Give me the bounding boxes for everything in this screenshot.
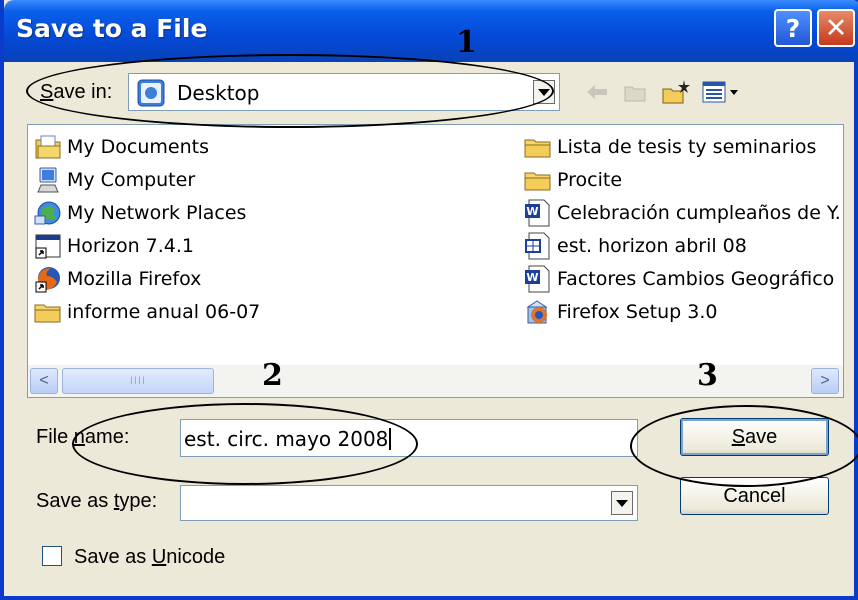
file-name-label: File name:	[36, 426, 130, 448]
file-name-input[interactable]: est. circ. mayo 2008	[180, 419, 638, 457]
file-item[interactable]: My Computer	[33, 165, 195, 195]
file-item-label: Factores Cambios Geográfico	[557, 268, 835, 290]
file-item[interactable]: Lista de tesis ty seminarios	[523, 132, 816, 162]
file-item-label: My Network Places	[67, 202, 247, 224]
spreadsheet-doc-icon	[523, 231, 553, 261]
back-button[interactable]	[582, 78, 612, 106]
text-caret	[389, 428, 392, 450]
save-to-file-dialog: Save to a File ? ✕ Save in: Desktop My D…	[0, 0, 858, 600]
file-item[interactable]: W Factores Cambios Geográfico	[523, 264, 834, 294]
firefox-icon	[33, 264, 63, 294]
save-as-unicode-label[interactable]: Save as Unicode	[74, 546, 225, 569]
file-item-label: My Computer	[67, 169, 196, 191]
annotation-number-2: 2	[262, 358, 283, 393]
folder-icon	[33, 297, 63, 327]
file-item[interactable]: informe anual 06-07	[33, 297, 260, 327]
folder-icon	[523, 165, 553, 195]
save-as-type-dropdown[interactable]	[180, 485, 638, 521]
file-item[interactable]: My Network Places	[33, 198, 246, 228]
word-doc-icon: W	[523, 264, 553, 294]
back-arrow-icon	[587, 85, 607, 99]
view-menu-button[interactable]	[701, 78, 741, 106]
save-as-type-dropdown-arrow[interactable]	[611, 491, 633, 515]
up-folder-icon	[624, 86, 646, 102]
annotation-number-3: 3	[697, 358, 718, 393]
network-places-icon	[33, 198, 63, 228]
file-item-label: est. horizon abril 08	[557, 235, 747, 257]
help-button[interactable]: ?	[774, 9, 812, 47]
dialog-title: Save to a File	[16, 14, 208, 43]
installer-icon	[523, 297, 553, 327]
scroll-right-icon: >	[820, 372, 830, 389]
desktop-icon	[137, 79, 165, 107]
file-item-label: Firefox Setup 3.0	[557, 301, 718, 323]
my-computer-icon	[33, 165, 63, 195]
new-folder-button[interactable]	[660, 78, 692, 106]
file-item-label: Procite	[557, 169, 623, 191]
file-item[interactable]: Horizon 7.4.1	[33, 231, 194, 261]
annotation-number-1: 1	[456, 25, 477, 60]
file-item-label: Mozilla Firefox	[67, 268, 202, 290]
file-item[interactable]: Procite	[523, 165, 622, 195]
scroll-right-button[interactable]: >	[811, 368, 839, 394]
save-in-label: Save in:	[40, 81, 113, 103]
save-as-unicode-checkbox[interactable]	[42, 546, 62, 566]
word-doc-icon: W	[523, 198, 553, 228]
file-item[interactable]: W Celebración cumpleaños de Y.	[523, 198, 841, 228]
svg-text:W: W	[526, 271, 538, 284]
folder-icon	[523, 132, 553, 162]
shortcut-app-icon	[33, 231, 63, 261]
help-icon: ?	[785, 13, 801, 43]
file-item-label: Horizon 7.4.1	[67, 235, 195, 257]
file-item-label: informe anual 06-07	[67, 301, 261, 323]
save-in-value: Desktop	[177, 81, 260, 105]
save-in-dropdown-arrow[interactable]	[533, 80, 555, 104]
save-in-dropdown[interactable]: Desktop	[128, 73, 560, 111]
scroll-thumb[interactable]: IIII	[62, 368, 214, 394]
close-button[interactable]: ✕	[817, 9, 855, 47]
save-button[interactable]: Save	[680, 418, 829, 456]
scroll-left-icon: <	[39, 372, 49, 389]
file-item-label: My Documents	[67, 136, 210, 158]
close-icon: ✕	[824, 12, 848, 44]
scroll-grip-icon: IIII	[129, 375, 147, 387]
file-item-label: Lista de tesis ty seminarios	[557, 136, 817, 158]
view-menu-icon	[702, 81, 738, 103]
up-folder-button[interactable]	[620, 78, 650, 106]
my-documents-icon	[33, 132, 63, 162]
cancel-button[interactable]: Cancel	[680, 477, 829, 515]
file-list[interactable]: My Documents My Computer My Network Places…	[27, 124, 844, 398]
new-folder-icon	[662, 80, 690, 104]
file-item[interactable]: Firefox Setup 3.0	[523, 297, 717, 327]
file-item[interactable]: Mozilla Firefox	[33, 264, 201, 294]
horizontal-scrollbar[interactable]: < IIII >	[28, 365, 843, 397]
file-item[interactable]: est. horizon abril 08	[523, 231, 747, 261]
svg-text:W: W	[526, 205, 538, 218]
save-as-type-label: Save as type:	[36, 490, 158, 512]
scroll-left-button[interactable]: <	[30, 368, 58, 394]
title-bar[interactable]: Save to a File ? ✕	[4, 0, 858, 62]
file-item-label: Celebración cumpleaños de Y.	[557, 202, 841, 224]
file-item[interactable]: My Documents	[33, 132, 209, 162]
